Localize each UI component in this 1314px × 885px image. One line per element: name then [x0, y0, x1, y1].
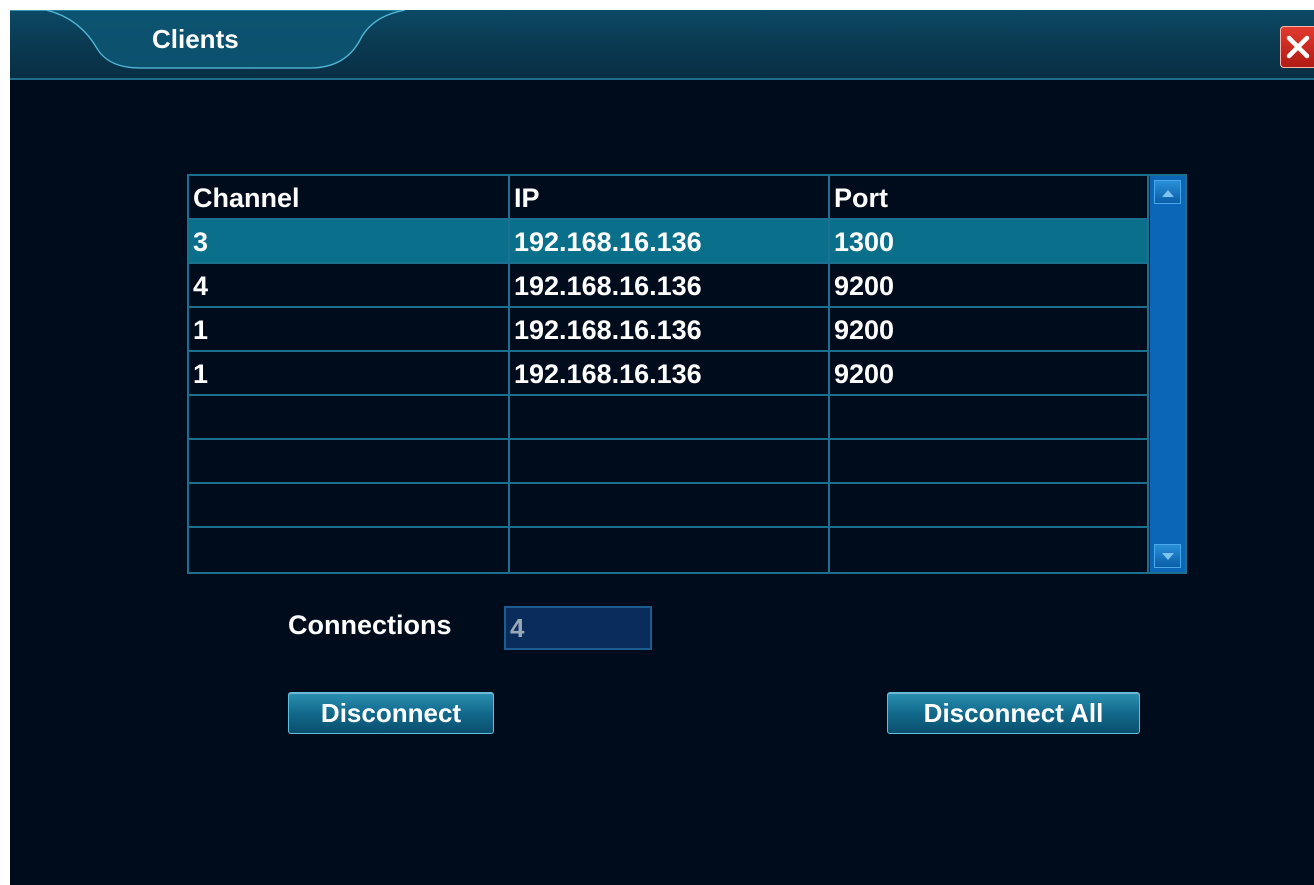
disconnect-all-button[interactable]: Disconnect All	[887, 692, 1140, 734]
cell-channel: 1	[189, 308, 510, 352]
table-row-empty[interactable]	[189, 528, 1149, 572]
table-row-empty[interactable]	[189, 484, 1149, 528]
table-row[interactable]: 4 192.168.16.136 9200	[189, 264, 1149, 308]
cell-channel	[189, 396, 510, 440]
cell-ip: 192.168.16.136	[510, 352, 830, 396]
cell-port: 1300	[830, 220, 1149, 264]
scroll-up-button[interactable]	[1154, 180, 1181, 204]
window-title: Clients	[152, 24, 239, 54]
table-header-row: Channel IP Port	[189, 176, 1149, 220]
cell-ip	[510, 396, 830, 440]
cell-port	[830, 396, 1149, 440]
cell-channel	[189, 528, 510, 572]
cell-port: 9200	[830, 308, 1149, 352]
table-row-empty[interactable]	[189, 396, 1149, 440]
scroll-down-button[interactable]	[1154, 544, 1181, 568]
cell-ip	[510, 528, 830, 572]
cell-channel: 3	[189, 220, 510, 264]
table-row[interactable]: 1 192.168.16.136 9200	[189, 352, 1149, 396]
connections-label: Connections	[288, 610, 452, 640]
cell-port	[830, 484, 1149, 528]
table-scrollbar[interactable]	[1150, 176, 1185, 572]
cell-channel	[189, 484, 510, 528]
cell-channel: 4	[189, 264, 510, 308]
close-button[interactable]	[1280, 26, 1314, 68]
cell-channel: 1	[189, 352, 510, 396]
column-header-ip[interactable]: IP	[510, 176, 830, 220]
column-header-channel[interactable]: Channel	[189, 176, 510, 220]
close-icon	[1286, 35, 1310, 59]
arrow-down-icon	[1162, 553, 1174, 560]
cell-port: 9200	[830, 352, 1149, 396]
cell-ip: 192.168.16.136	[510, 264, 830, 308]
clients-window: Clients Channel IP Port 3 192.168.16.136…	[10, 10, 1314, 885]
cell-ip: 192.168.16.136	[510, 220, 830, 264]
cell-port	[830, 440, 1149, 484]
arrow-up-icon	[1162, 190, 1174, 197]
column-header-port[interactable]: Port	[830, 176, 1149, 220]
connections-field: 4	[504, 606, 652, 650]
clients-table: Channel IP Port 3 192.168.16.136 1300 4 …	[187, 174, 1187, 574]
title-bar: Clients	[10, 10, 1314, 80]
table-row[interactable]: 1 192.168.16.136 9200	[189, 308, 1149, 352]
table-row-empty[interactable]	[189, 440, 1149, 484]
cell-ip: 192.168.16.136	[510, 308, 830, 352]
disconnect-button[interactable]: Disconnect	[288, 692, 494, 734]
cell-ip	[510, 440, 830, 484]
cell-ip	[510, 484, 830, 528]
cell-channel	[189, 440, 510, 484]
cell-port	[830, 528, 1149, 572]
table-row[interactable]: 3 192.168.16.136 1300	[189, 220, 1149, 264]
cell-port: 9200	[830, 264, 1149, 308]
